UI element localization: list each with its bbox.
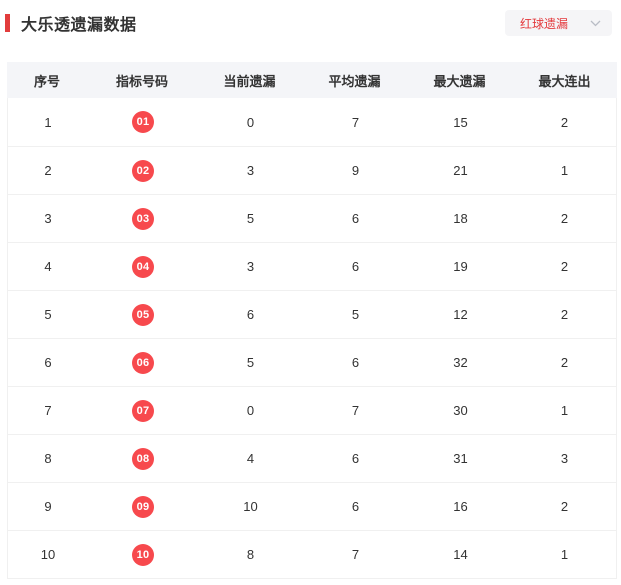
row-ball-cell: 02: [88, 159, 198, 182]
row-average-cell: 7: [351, 403, 360, 418]
row-max-miss-cell: 16: [453, 499, 468, 514]
row-current-cell: 5: [246, 211, 255, 226]
page-title: 大乐透遗漏数据: [21, 17, 137, 34]
row-ball-cell: 04: [88, 255, 198, 278]
row-index-cell: 10: [40, 547, 56, 562]
row-average-cell: 6: [351, 211, 360, 226]
row-max-streak-cell: 2: [560, 114, 569, 130]
row-max-streak-cell: 2: [560, 211, 569, 226]
title-accent-bar: [5, 14, 10, 32]
column-header-max-streak: 最大连出: [538, 73, 591, 89]
table-row: 8 08 4 6 31 3: [8, 434, 616, 482]
row-max-miss-cell: 21: [453, 163, 468, 178]
row-current-cell: 5: [246, 355, 255, 370]
row-ball-cell: 07: [88, 399, 198, 422]
table-row: 2 02 3 9 21 1: [8, 146, 616, 194]
omission-table: 序号 指标号码 当前遗漏 平均遗漏 最大遗漏 最大连出 1 01 0 7 15 …: [7, 62, 617, 579]
table-row: 5 05 6 5 12 2: [8, 290, 616, 338]
table-row: 1 01 0 7 15 2: [8, 98, 616, 146]
red-ball-badge: 10: [132, 543, 154, 566]
row-max-streak-cell: 2: [560, 355, 569, 370]
row-ball-cell: 09: [88, 495, 198, 518]
row-average-cell: 5: [351, 307, 360, 322]
table-body: 1 01 0 7 15 2 2 02 3 9 21 1 3 03 5 6 18 …: [8, 98, 616, 578]
row-index-cell: 3: [44, 211, 52, 226]
row-average-cell: 6: [351, 355, 360, 370]
row-index-cell: 5: [44, 307, 52, 322]
row-max-streak-cell: 1: [560, 403, 569, 418]
red-ball-badge: 02: [132, 159, 154, 182]
row-average-cell: 6: [351, 259, 360, 274]
column-header-max-miss: 最大遗漏: [433, 73, 486, 89]
row-current-cell: 0: [246, 403, 255, 418]
row-index-cell: 4: [44, 259, 52, 274]
table-row: 9 09 10 6 16 2: [8, 482, 616, 530]
table-row: 3 03 5 6 18 2: [8, 194, 616, 242]
red-ball-badge: 08: [132, 447, 154, 470]
red-ball-badge: 04: [132, 255, 154, 278]
table-row: 6 06 5 6 32 2: [8, 338, 616, 386]
row-max-miss-cell: 31: [453, 451, 468, 466]
title-wrap: 大乐透遗漏数据: [5, 11, 137, 35]
row-index-cell: 8: [44, 451, 52, 466]
row-average-cell: 6: [351, 451, 360, 466]
page-header: 大乐透遗漏数据 红球遗漏: [0, 0, 621, 46]
row-current-cell: 10: [243, 499, 258, 514]
row-max-miss-cell: 30: [453, 403, 468, 418]
ball-type-dropdown[interactable]: 红球遗漏: [505, 10, 612, 36]
row-ball-cell: 05: [88, 303, 198, 326]
row-ball-cell: 10: [88, 543, 198, 566]
row-ball-cell: 06: [88, 351, 198, 374]
row-ball-cell: 03: [88, 207, 198, 230]
row-max-miss-cell: 19: [453, 259, 468, 274]
row-max-miss-cell: 14: [453, 547, 468, 562]
row-index-cell: 7: [44, 403, 52, 418]
table-row: 10 10 8 7 14 1: [8, 530, 616, 578]
table-header-row: 序号 指标号码 当前遗漏 平均遗漏 最大遗漏 最大连出: [7, 62, 617, 98]
row-index-cell: 1: [44, 114, 52, 130]
row-average-cell: 6: [351, 499, 360, 514]
red-ball-badge: 05: [132, 303, 154, 326]
row-index-cell: 2: [44, 163, 52, 178]
row-max-streak-cell: 1: [560, 163, 569, 178]
row-current-cell: 3: [246, 163, 255, 178]
row-average-cell: 7: [351, 114, 360, 130]
row-index-cell: 9: [44, 499, 52, 514]
row-current-cell: 4: [246, 451, 255, 466]
row-average-cell: 9: [351, 163, 360, 178]
table-row: 7 07 0 7 30 1: [8, 386, 616, 434]
row-max-streak-cell: 2: [560, 499, 569, 514]
column-header-average: 平均遗漏: [328, 73, 381, 89]
chevron-down-icon: [590, 20, 601, 27]
row-max-miss-cell: 32: [453, 355, 468, 370]
row-current-cell: 0: [246, 114, 255, 130]
red-ball-badge: 07: [132, 399, 154, 422]
row-current-cell: 8: [246, 547, 255, 562]
row-max-streak-cell: 2: [560, 307, 569, 322]
row-max-miss-cell: 18: [453, 211, 468, 226]
column-header-current: 当前遗漏: [223, 73, 276, 89]
row-max-streak-cell: 2: [560, 259, 569, 274]
row-average-cell: 7: [351, 547, 360, 562]
red-ball-badge: 06: [132, 351, 154, 374]
column-header-index: 序号: [33, 73, 60, 89]
row-max-miss-cell: 15: [453, 114, 468, 130]
ball-type-dropdown-label: 红球遗漏: [520, 16, 569, 31]
row-ball-cell: 08: [88, 447, 198, 470]
red-ball-badge: 03: [132, 207, 154, 230]
row-index-cell: 6: [44, 355, 52, 370]
table-row: 4 04 3 6 19 2: [8, 242, 616, 290]
red-ball-badge: 09: [132, 495, 154, 518]
row-current-cell: 3: [246, 259, 255, 274]
row-ball-cell: 01: [88, 111, 198, 133]
row-max-streak-cell: 1: [560, 547, 569, 562]
row-max-miss-cell: 12: [453, 307, 468, 322]
row-current-cell: 6: [246, 307, 255, 322]
red-ball-badge: 01: [132, 111, 154, 133]
row-max-streak-cell: 3: [560, 451, 569, 466]
column-header-ball: 指标号码: [115, 73, 168, 89]
